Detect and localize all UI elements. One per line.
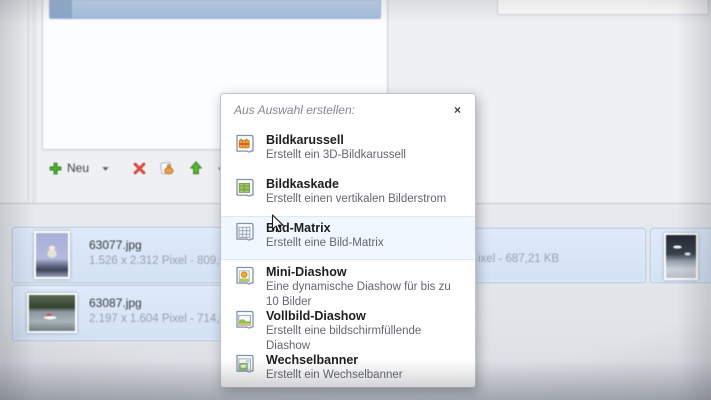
file-name: 63077.jpg (89, 238, 142, 252)
toolbar: Neu (44, 154, 236, 182)
photo-thumbnail (27, 293, 77, 333)
left-edge-divider (32, 0, 36, 203)
carousel-icon (233, 132, 257, 161)
selected-header-thumb (50, 0, 72, 18)
thumbnail-cell (23, 231, 81, 279)
menu-item-wechselbanner[interactable]: Wechselbanner Erstellt ein Wechselbanner (221, 348, 475, 392)
menu-item-title: Bildkaskade (266, 177, 446, 192)
menu-item-title: Vollbild-Diashow (266, 309, 463, 324)
new-dropdown-button[interactable] (97, 161, 114, 176)
rotating-banner-icon (233, 352, 257, 381)
move-up-button[interactable] (184, 157, 208, 179)
menu-item-title: Mini-Diashow (266, 265, 463, 280)
cascade-icon (233, 176, 257, 205)
menu-item-description: Erstellt einen vertikalen Bilderstrom (266, 192, 446, 207)
mini-slideshow-icon (233, 264, 257, 293)
menu-item-bildkaskade[interactable]: Bildkaskade Erstellt einen vertikalen Bi… (221, 172, 475, 216)
selected-header-row[interactable] (49, 0, 381, 19)
new-button-label: Neu (67, 161, 89, 175)
dropdown-caret-icon (101, 164, 110, 173)
menu-item-description: Erstellt ein Wechselbanner (266, 368, 403, 383)
photo-thumbnail (34, 231, 70, 279)
thumbnail-cell (659, 232, 703, 280)
apply-stamp-button[interactable] (155, 157, 180, 180)
file-name: 63087.jpg (89, 296, 142, 310)
stamp-hand-icon (159, 160, 176, 177)
new-button[interactable]: Neu (44, 158, 93, 179)
popup-title: Aus Auswahl erstellen: (234, 103, 355, 117)
delete-icon (132, 161, 147, 176)
menu-item-bild-matrix[interactable]: Bild-Matrix Erstellt eine Bild-Matrix (221, 216, 475, 260)
add-icon (48, 161, 63, 176)
app-window: Neu 63077.jpg (0, 0, 711, 400)
delete-button[interactable] (128, 158, 151, 179)
mouse-cursor-icon (271, 214, 284, 239)
menu-item-bildkarussell[interactable]: Bildkarussell Erstellt ein 3D-Bildkaruss… (221, 128, 475, 172)
menu-item-description: Erstellt ein 3D-Bildkarussell (266, 148, 406, 163)
menu-item-title: Bildkarussell (266, 133, 406, 148)
matrix-icon (233, 220, 257, 249)
create-from-selection-popup: Aus Auswahl erstellen: × Bildkarussell E… (220, 93, 476, 388)
thumbnail-cell (23, 289, 81, 337)
menu-item-mini-diashow[interactable]: Mini-Diashow Eine dynamische Diashow für… (221, 260, 475, 304)
file-details-fragment: ixel - 687,21 KB (478, 253, 559, 265)
menu-item-vollbild-diashow[interactable]: Vollbild-Diashow Erstellt eine bildschir… (221, 304, 475, 348)
menu-item-title: Wechselbanner (266, 353, 403, 368)
top-right-panel-edge (497, 0, 709, 15)
photo-thumbnail (664, 233, 698, 280)
move-up-icon (188, 160, 204, 176)
file-tile-clipped[interactable] (650, 228, 711, 283)
close-icon[interactable]: × (452, 103, 463, 117)
fullscreen-slideshow-icon (233, 308, 257, 337)
left-edge-panel (0, 0, 29, 203)
